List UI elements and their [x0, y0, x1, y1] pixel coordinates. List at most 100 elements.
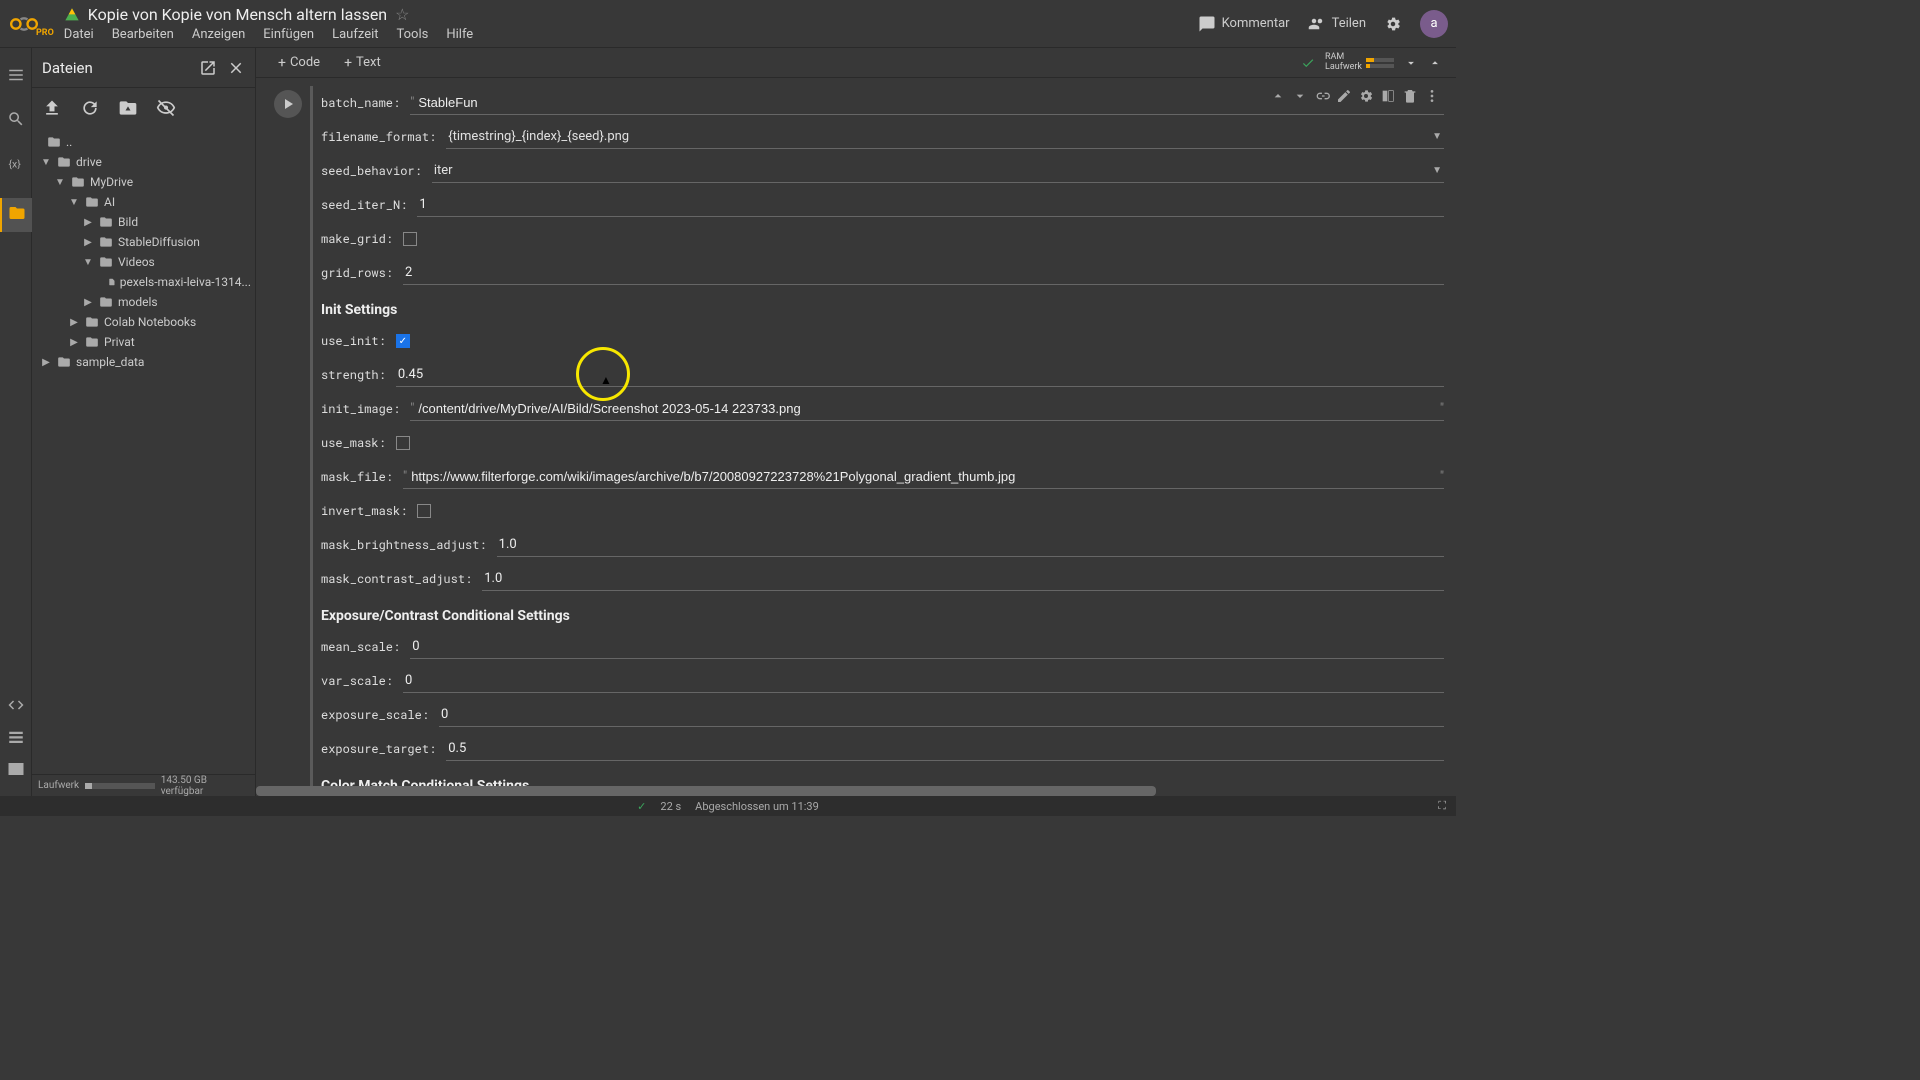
- add-text-button[interactable]: +Text: [336, 53, 389, 73]
- refresh-icon[interactable]: [80, 98, 100, 118]
- seed-iter-row: seed_iter_N:: [321, 188, 1444, 222]
- tree-drive[interactable]: ▼drive: [32, 152, 255, 172]
- new-window-icon[interactable]: [199, 59, 217, 77]
- tree-models[interactable]: ▶models: [32, 292, 255, 312]
- var-scale-input[interactable]: [403, 669, 1444, 693]
- terminal-icon[interactable]: [7, 760, 25, 778]
- tree-colab[interactable]: ▶Colab Notebooks: [32, 312, 255, 332]
- tree-ai[interactable]: ▼AI: [32, 192, 255, 212]
- files-rail-button[interactable]: [0, 198, 32, 232]
- mask-contrast-input[interactable]: [482, 567, 1444, 591]
- expand-icon[interactable]: ▶: [82, 237, 94, 248]
- make-grid-checkbox[interactable]: [403, 232, 417, 246]
- disk-label: Laufwerk: [38, 780, 79, 791]
- seed-iter-input[interactable]: [417, 193, 1444, 217]
- filename-format-select[interactable]: {timestring}_{index}_{seed}.png▼: [446, 125, 1444, 149]
- expand-icon[interactable]: ▶: [82, 217, 94, 228]
- tree-parent[interactable]: ..: [32, 132, 255, 152]
- tree-bild[interactable]: ▶Bild: [32, 212, 255, 232]
- seed-behavior-select[interactable]: iter▼: [432, 159, 1444, 183]
- status-completed: Abgeschlossen um 11:39: [695, 800, 819, 813]
- expand-icon[interactable]: ▶: [40, 357, 52, 368]
- cell-settings-icon[interactable]: [1358, 88, 1374, 104]
- tree-mydrive[interactable]: ▼MyDrive: [32, 172, 255, 192]
- menu-tools[interactable]: Tools: [397, 27, 429, 42]
- mask-brightness-input[interactable]: [497, 533, 1444, 557]
- toc-icon[interactable]: [7, 66, 25, 84]
- expand-icon[interactable]: ▼: [54, 177, 66, 188]
- menu-file[interactable]: Datei: [64, 27, 94, 42]
- exposure-scale-input[interactable]: [439, 703, 1444, 727]
- tree-pexels[interactable]: pexels-maxi-leiva-1314...: [32, 272, 255, 292]
- expand-icon[interactable]: ▼: [82, 257, 94, 268]
- use-init-checkbox[interactable]: ✓: [396, 334, 410, 348]
- menu-edit[interactable]: Bearbeiten: [112, 27, 174, 42]
- variables-icon[interactable]: {x}: [7, 154, 25, 172]
- expand-footer-icon[interactable]: ⛶: [1438, 799, 1446, 813]
- edit-icon[interactable]: [1336, 88, 1352, 104]
- invert-mask-label: invert_mask:: [321, 503, 407, 519]
- cell-area[interactable]: ▲ batch_name: ": [256, 78, 1456, 786]
- menu-help[interactable]: Hilfe: [446, 27, 473, 42]
- link-icon[interactable]: [1314, 88, 1330, 104]
- grid-rows-input[interactable]: [403, 261, 1444, 285]
- delete-icon[interactable]: [1402, 88, 1418, 104]
- tree-privat[interactable]: ▶Privat: [32, 332, 255, 352]
- upload-icon[interactable]: [42, 98, 62, 118]
- move-up-icon[interactable]: [1270, 88, 1286, 104]
- mask-brightness-label: mask_brightness_adjust:: [321, 537, 487, 553]
- var-scale-label: var_scale:: [321, 673, 393, 689]
- connected-check-icon: [1301, 56, 1315, 70]
- mean-scale-input[interactable]: [410, 635, 1444, 659]
- use-mask-checkbox[interactable]: [396, 436, 410, 450]
- color-match-header: Color Match Conditional Settings: [321, 778, 1444, 786]
- resource-dropdown-icon[interactable]: [1404, 56, 1418, 70]
- expand-icon[interactable]: ▶: [68, 337, 80, 348]
- invert-mask-checkbox[interactable]: [417, 504, 431, 518]
- resource-indicator[interactable]: RAM Laufwerk: [1325, 53, 1394, 73]
- mask-file-input[interactable]: [407, 465, 1440, 488]
- app-header: PRO Kopie von Kopie von Mensch altern la…: [0, 0, 1456, 48]
- tree-stablediffusion[interactable]: ▶StableDiffusion: [32, 232, 255, 252]
- settings-icon[interactable]: [1384, 15, 1402, 33]
- exposure-target-input[interactable]: [446, 737, 1444, 761]
- document-title[interactable]: Kopie von Kopie von Mensch altern lassen: [88, 5, 387, 24]
- share-button[interactable]: Teilen: [1308, 15, 1366, 33]
- toggle-hidden-icon[interactable]: [156, 98, 176, 118]
- run-cell-button[interactable]: [274, 90, 302, 118]
- close-icon[interactable]: [227, 59, 245, 77]
- use-init-label: use_init:: [321, 333, 386, 349]
- mount-drive-icon[interactable]: [118, 98, 138, 118]
- star-icon[interactable]: ☆: [395, 5, 409, 24]
- make-grid-label: make_grid:: [321, 231, 393, 247]
- add-code-button[interactable]: +Code: [270, 53, 328, 73]
- menu-runtime[interactable]: Laufzeit: [332, 27, 378, 42]
- tree-sample[interactable]: ▶sample_data: [32, 352, 255, 372]
- more-icon[interactable]: [1424, 88, 1440, 104]
- menu-view[interactable]: Anzeigen: [192, 27, 245, 42]
- user-avatar[interactable]: a: [1420, 10, 1448, 38]
- comment-button[interactable]: Kommentar: [1198, 15, 1290, 33]
- menu-insert[interactable]: Einfügen: [263, 27, 314, 42]
- tree-videos[interactable]: ▼Videos: [32, 252, 255, 272]
- init-image-input[interactable]: [414, 397, 1439, 420]
- expand-icon[interactable]: ▼: [68, 197, 80, 208]
- use-mask-label: use_mask:: [321, 435, 386, 451]
- invert-mask-row: invert_mask:: [321, 494, 1444, 528]
- expand-icon[interactable]: ▶: [82, 297, 94, 308]
- move-down-icon[interactable]: [1292, 88, 1308, 104]
- horizontal-scrollbar[interactable]: [256, 786, 1456, 796]
- expand-icon[interactable]: ▼: [40, 157, 52, 168]
- code-snippet-icon[interactable]: [7, 696, 25, 714]
- collapse-icon[interactable]: [1428, 56, 1442, 70]
- init-settings-header: Init Settings: [321, 302, 1444, 318]
- scrollbar-thumb[interactable]: [256, 786, 1156, 796]
- menu-bar: Datei Bearbeiten Anzeigen Einfügen Laufz…: [64, 27, 473, 42]
- search-icon[interactable]: [7, 110, 25, 128]
- var-scale-row: var_scale:: [321, 664, 1444, 698]
- mirror-icon[interactable]: [1380, 88, 1396, 104]
- tasks-icon[interactable]: [7, 728, 25, 746]
- mask-file-label: mask_file:: [321, 469, 393, 485]
- strength-input[interactable]: [396, 363, 1444, 387]
- expand-icon[interactable]: ▶: [68, 317, 80, 328]
